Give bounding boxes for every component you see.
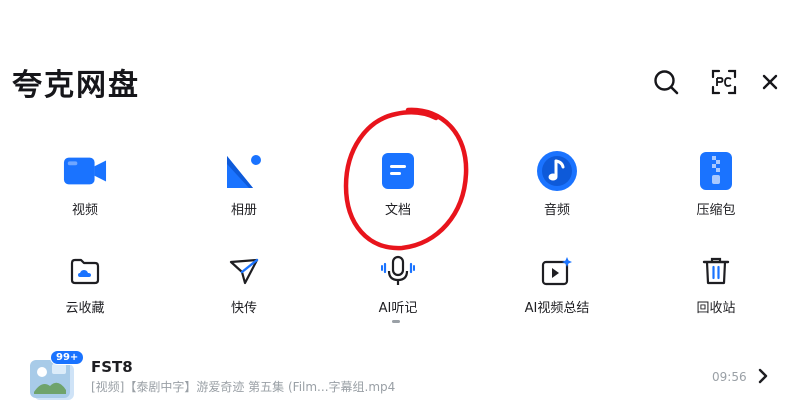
feature-label: 文档 <box>384 203 411 218</box>
ai-video-summary-icon <box>541 257 572 286</box>
feature-label: AI视频总结 <box>524 301 590 316</box>
recent-file-name: FST8 <box>91 358 133 376</box>
cloud-favorite-icon <box>70 258 100 285</box>
close-icon <box>762 74 778 90</box>
feature-cloud-favorite[interactable]: 云收藏 <box>25 253 145 343</box>
feature-document[interactable]: 文档 <box>338 149 458 239</box>
feature-archive[interactable]: 压缩包 <box>656 149 776 239</box>
feature-label: 相册 <box>230 203 257 218</box>
page-indicator <box>392 320 400 323</box>
feature-label: 压缩包 <box>696 203 736 218</box>
feature-audio[interactable]: 音频 <box>497 149 617 239</box>
search-button[interactable] <box>648 64 684 100</box>
unread-count-badge: 99+ <box>50 350 85 365</box>
feature-label: 视频 <box>71 203 98 218</box>
ai-voice-note-icon <box>381 255 415 285</box>
feature-label: 回收站 <box>696 301 736 316</box>
pc-transfer-icon <box>711 69 737 95</box>
feature-recycle-bin[interactable]: 回收站 <box>656 253 776 343</box>
feature-video[interactable]: 视频 <box>25 149 145 239</box>
feature-label: 快传 <box>230 301 257 316</box>
recent-file-item[interactable]: 99+ FST8 [视频]【泰剧中字】游爱奇迹 第五集 (Film...字幕组.… <box>0 348 792 403</box>
header: 夸克网盘 <box>0 52 792 112</box>
feature-label: AI听记 <box>378 301 418 316</box>
feature-photo-album[interactable]: 相册 <box>184 149 304 239</box>
feature-label: 音频 <box>543 203 570 218</box>
feature-ai-voice-note[interactable]: AI听记 <box>338 253 458 343</box>
chevron-right-icon <box>758 368 768 384</box>
audio-icon <box>537 151 577 191</box>
page-title: 夸克网盘 <box>12 68 140 103</box>
video-icon <box>63 157 107 185</box>
feature-quick-transfer[interactable]: 快传 <box>184 253 304 343</box>
recent-file-path: [视频]【泰剧中字】游爱奇迹 第五集 (Film...字幕组.mp4 <box>91 380 396 394</box>
pc-transfer-button[interactable] <box>706 64 742 100</box>
search-icon <box>654 70 679 95</box>
feature-ai-video-summary[interactable]: AI视频总结 <box>497 253 617 343</box>
document-icon <box>382 153 414 189</box>
close-button[interactable] <box>752 64 788 100</box>
archive-icon <box>700 152 732 190</box>
feature-label: 云收藏 <box>65 301 105 316</box>
quick-transfer-icon <box>229 258 259 285</box>
recent-file-time: 09:56 <box>712 370 747 384</box>
recycle-bin-icon <box>702 257 730 285</box>
photo-album-icon <box>227 155 261 188</box>
